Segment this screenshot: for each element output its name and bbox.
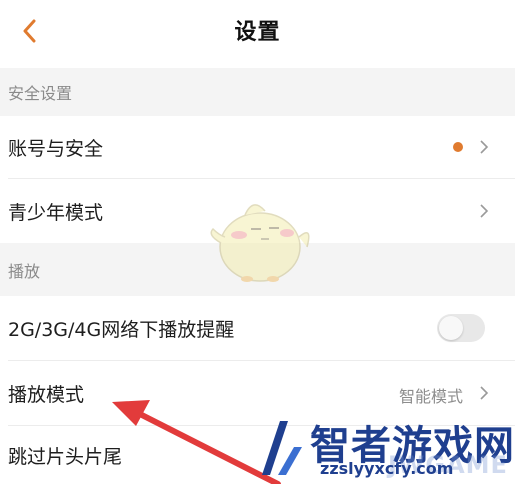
account-security-row[interactable]: 账号与安全: [0, 116, 515, 178]
play-mode-row[interactable]: 播放模式 智能模式: [0, 361, 515, 425]
play-mode-value: 智能模式: [398, 387, 463, 406]
section-header-security: 安全设置: [0, 68, 515, 116]
notification-dot: [453, 142, 463, 152]
toggle-knob: [439, 316, 463, 340]
network-reminder-row: 2G/3G/4G网络下播放提醒: [0, 296, 515, 360]
page-title: 设置: [234, 20, 281, 45]
account-security-label: 账号与安全: [8, 137, 104, 160]
chevron-right-icon: [480, 386, 489, 400]
mascot-watermark-image: [210, 204, 310, 282]
back-button[interactable]: [18, 18, 40, 44]
chevron-right-icon: [480, 140, 489, 154]
skip-intro-row[interactable]: 跳过片头片尾: [0, 426, 515, 484]
chevron-left-icon: [23, 19, 36, 43]
chevron-right-icon: [480, 204, 489, 218]
network-reminder-toggle[interactable]: [437, 314, 485, 342]
network-reminder-label: 2G/3G/4G网络下播放提醒: [8, 318, 235, 341]
skip-intro-label: 跳过片头片尾: [8, 445, 123, 468]
teen-mode-label: 青少年模式: [8, 201, 104, 224]
play-mode-label: 播放模式: [8, 383, 85, 406]
nav-bar: 设置: [0, 0, 515, 60]
